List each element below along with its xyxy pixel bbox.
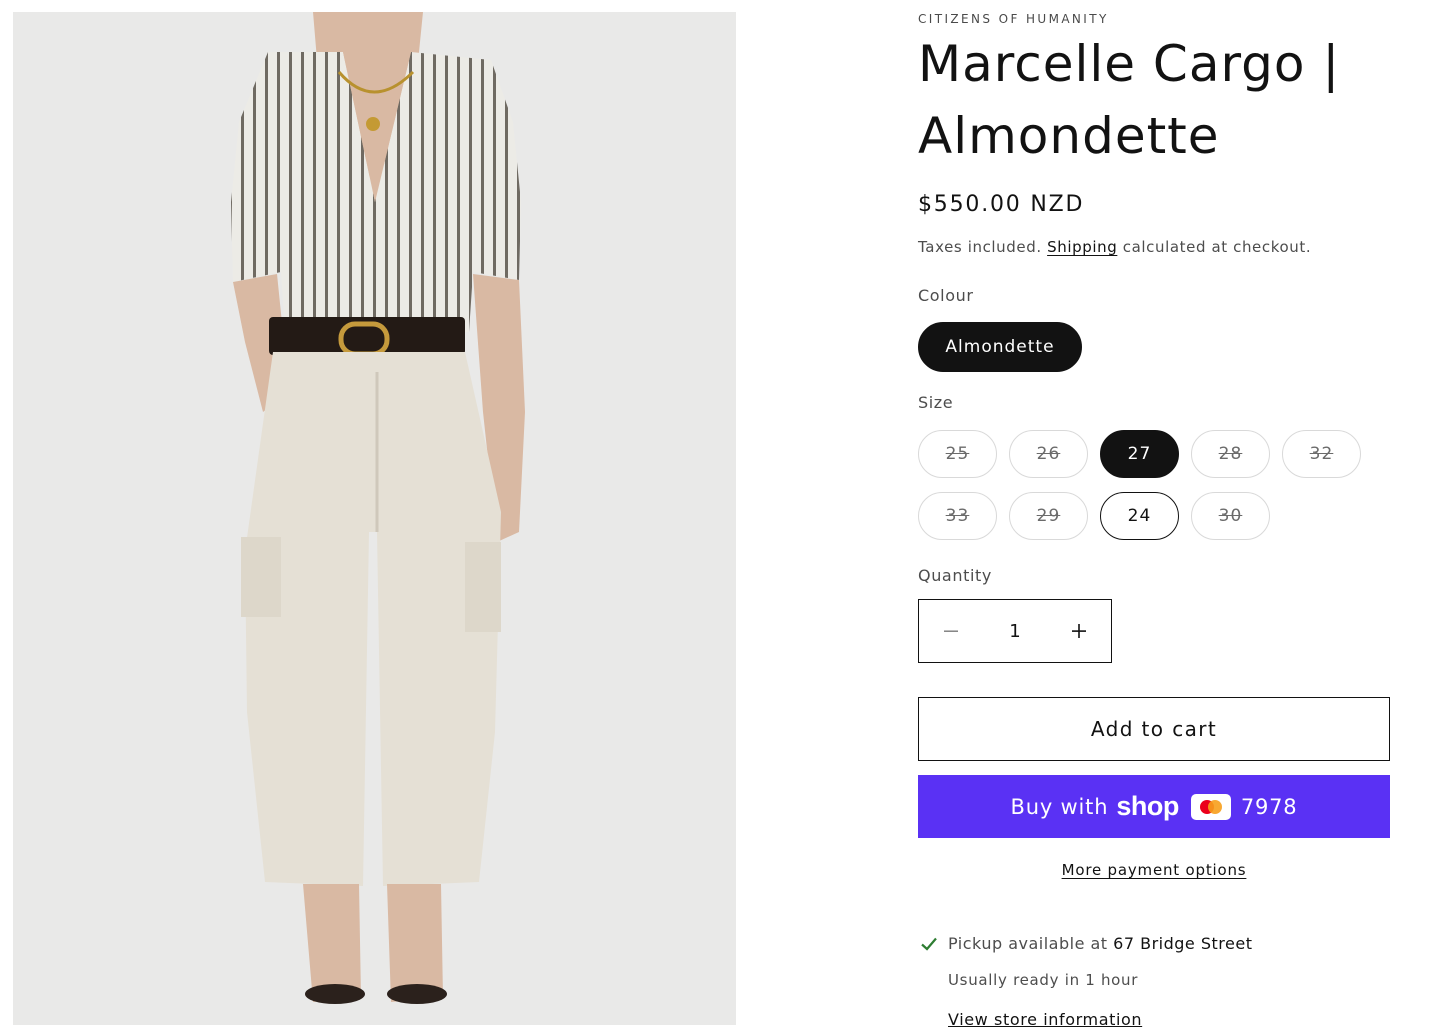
card-last4: 7978 <box>1240 794 1298 819</box>
shop-pay-prefix: Buy with <box>1010 794 1109 819</box>
size-option-label: 27 <box>1127 444 1152 464</box>
more-payment-options: More payment options <box>918 861 1390 879</box>
product-image[interactable] <box>13 12 736 1025</box>
mastercard-icon <box>1190 793 1231 820</box>
quantity-stepper: 1 <box>918 599 1112 663</box>
size-option-selected[interactable]: 27 <box>1100 430 1179 478</box>
size-option[interactable]: 29 <box>1009 492 1088 540</box>
tax-suffix: calculated at checkout. <box>1122 238 1312 256</box>
size-option[interactable]: 25 <box>918 430 997 478</box>
colour-label: Colour <box>918 286 974 305</box>
size-option[interactable]: 30 <box>1191 492 1270 540</box>
size-option-label: 30 <box>1218 506 1243 526</box>
size-option-label: 25 <box>945 444 970 464</box>
size-option-label: 28 <box>1218 444 1243 464</box>
pickup-location: 67 Bridge Street <box>1113 934 1253 953</box>
size-option-label: 33 <box>945 506 970 526</box>
quantity-label: Quantity <box>918 566 992 585</box>
size-option[interactable]: 26 <box>1009 430 1088 478</box>
size-option[interactable]: 24 <box>1100 492 1179 540</box>
size-option-label: 26 <box>1036 444 1061 464</box>
add-to-cart-button[interactable]: Add to cart <box>918 697 1390 761</box>
pickup-text: Pickup available at 67 Bridge Street <box>948 934 1252 953</box>
pickup-prefix: Pickup available at <box>948 934 1108 953</box>
size-option-label: 24 <box>1127 506 1152 526</box>
size-option-label: 29 <box>1036 506 1061 526</box>
size-option-label: 32 <box>1309 444 1334 464</box>
pickup-ready-time: Usually ready in 1 hour <box>948 971 1139 989</box>
size-option[interactable]: 28 <box>1191 430 1270 478</box>
product-price: $550.00 NZD <box>918 192 1085 217</box>
product-title: Marcelle Cargo | Almondette <box>918 35 1341 165</box>
quantity-input[interactable]: 1 <box>983 621 1047 642</box>
tax-prefix: Taxes included. <box>918 238 1042 256</box>
tax-note: Taxes included. Shipping calculated at c… <box>918 238 1311 256</box>
shipping-link[interactable]: Shipping <box>1047 238 1117 256</box>
size-option[interactable]: 33 <box>918 492 997 540</box>
vendor-name: CITIZENS OF HUMANITY <box>918 12 1109 26</box>
more-payment-options-link[interactable]: More payment options <box>1062 861 1247 879</box>
view-store-link[interactable]: View store information <box>948 1010 1142 1029</box>
check-icon <box>920 936 938 956</box>
size-option[interactable]: 32 <box>1282 430 1361 478</box>
shop-logo: shop <box>1116 791 1179 821</box>
product-photo <box>13 12 736 1025</box>
plus-icon[interactable] <box>1047 600 1111 662</box>
colour-option-label: Almondette <box>945 337 1055 357</box>
minus-icon[interactable] <box>919 600 983 662</box>
colour-option-almondette[interactable]: Almondette <box>918 322 1082 372</box>
shop-pay-button[interactable]: Buy with shop 7978 <box>918 775 1390 838</box>
size-label: Size <box>918 393 954 412</box>
